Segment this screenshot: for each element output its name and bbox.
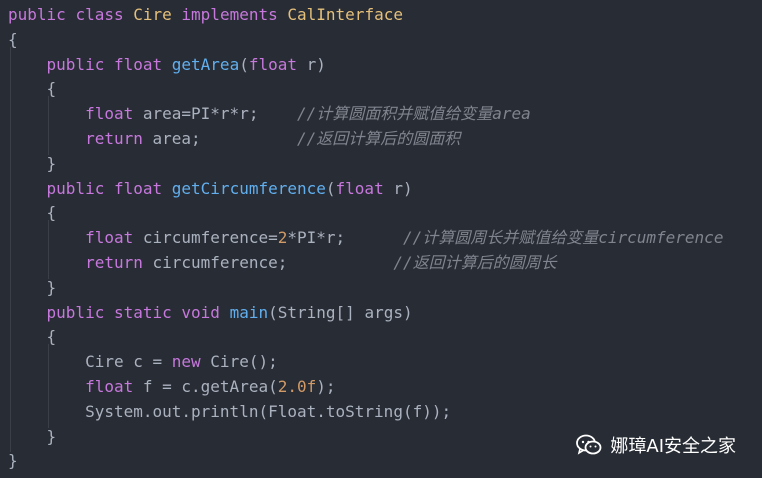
code-keyword: float — [113, 178, 172, 198]
code-text: f = c.getArea( — [142, 377, 278, 396]
code-keyword: public — [46, 178, 114, 198]
code-function-name: main — [229, 302, 269, 322]
code-text: Cire(); — [210, 352, 278, 372]
code-keyword: float — [85, 104, 143, 124]
code-keyword: implements — [181, 5, 288, 24]
code-keyword: float — [85, 377, 143, 396]
code-line: public class Cire implements CalInterfac… — [8, 2, 403, 27]
code-line: public float getArea(float r) — [8, 52, 326, 77]
wechat-icon — [576, 434, 602, 455]
code-text: r) — [383, 178, 413, 198]
code-text: area=PI*r*r; — [142, 104, 297, 124]
code-text: ); — [316, 377, 336, 396]
code-text: area; — [152, 129, 297, 148]
code-keyword: public — [46, 54, 114, 74]
code-keyword: return — [85, 253, 153, 272]
code-line: float area=PI*r*r; //计算圆面积并赋值给变量area — [8, 101, 531, 126]
code-function-name: getArea — [171, 54, 240, 74]
code-line: Cire c = new Cire(); — [8, 349, 278, 374]
code-number: 2 — [277, 228, 288, 248]
code-comment: //返回计算后的圆周长 — [393, 253, 557, 272]
code-line: public static void main(String[] args) — [8, 300, 413, 325]
code-function-name: getCircumference — [171, 178, 326, 198]
code-keyword: return — [85, 129, 153, 148]
code-text: r) — [297, 54, 326, 74]
code-text: Cire c = — [8, 352, 172, 372]
code-keyword: void — [181, 302, 230, 322]
code-line: float f = c.getArea(2.0f); — [8, 374, 336, 399]
code-line: } — [8, 275, 57, 300]
code-keyword: static — [113, 302, 182, 322]
code-text: { — [8, 79, 57, 99]
code-keyword: new — [171, 352, 211, 372]
code-editor[interactable]: public class Cire implements CalInterfac… — [0, 0, 762, 478]
code-text: ( — [239, 54, 249, 74]
code-line: { — [8, 76, 57, 101]
code-text: { — [8, 29, 18, 49]
code-line: public float getCircumference(float r) — [8, 176, 413, 201]
code-line: } — [8, 151, 57, 176]
code-line: System.out.println(Float.toString(f)); — [8, 399, 451, 424]
code-text: ( — [325, 178, 336, 198]
code-comment: //计算圆面积并赋值给变量area — [296, 104, 531, 124]
code-text: } — [8, 153, 57, 173]
code-keyword: float — [113, 54, 172, 74]
code-keyword: float — [248, 54, 298, 74]
watermark-text: 娜璋AI安全之家 — [610, 436, 736, 457]
code-text: System.out.println(Float.toString(f)); — [8, 401, 452, 421]
code-text: circumference; — [152, 253, 394, 272]
code-text: } — [8, 451, 18, 471]
code-text: { — [8, 203, 57, 223]
code-text: *PI*r; — [287, 228, 403, 248]
code-class-name: CalInterface — [287, 5, 403, 24]
code-keyword: public — [8, 5, 76, 24]
code-text: { — [8, 327, 57, 347]
code-number: 2.0f — [277, 377, 317, 396]
code-line: return area; //返回计算后的圆面积 — [8, 126, 460, 151]
code-keyword: public — [46, 302, 114, 322]
code-text: (String[] args) — [268, 302, 413, 322]
code-line: } — [8, 448, 18, 473]
code-keyword: float — [85, 228, 143, 248]
code-class-name: Cire — [133, 5, 182, 24]
code-text: } — [8, 426, 57, 446]
code-keyword: class — [75, 5, 134, 24]
code-text: } — [8, 277, 57, 297]
watermark: 娜璋AI安全之家 — [576, 430, 736, 460]
code-line: } — [8, 424, 57, 449]
code-line: return circumference; //返回计算后的圆周长 — [8, 250, 557, 275]
code-line: { — [8, 200, 57, 225]
code-keyword: float — [335, 178, 384, 198]
code-comment: //计算圆周长并赋值给变量circumference — [402, 228, 724, 248]
code-line: float circumference=2*PI*r; //计算圆周长并赋值给变… — [8, 225, 723, 250]
code-line: { — [8, 27, 18, 52]
code-text: circumference= — [142, 228, 278, 248]
code-line: { — [8, 324, 57, 349]
code-comment: //返回计算后的圆面积 — [297, 129, 461, 148]
